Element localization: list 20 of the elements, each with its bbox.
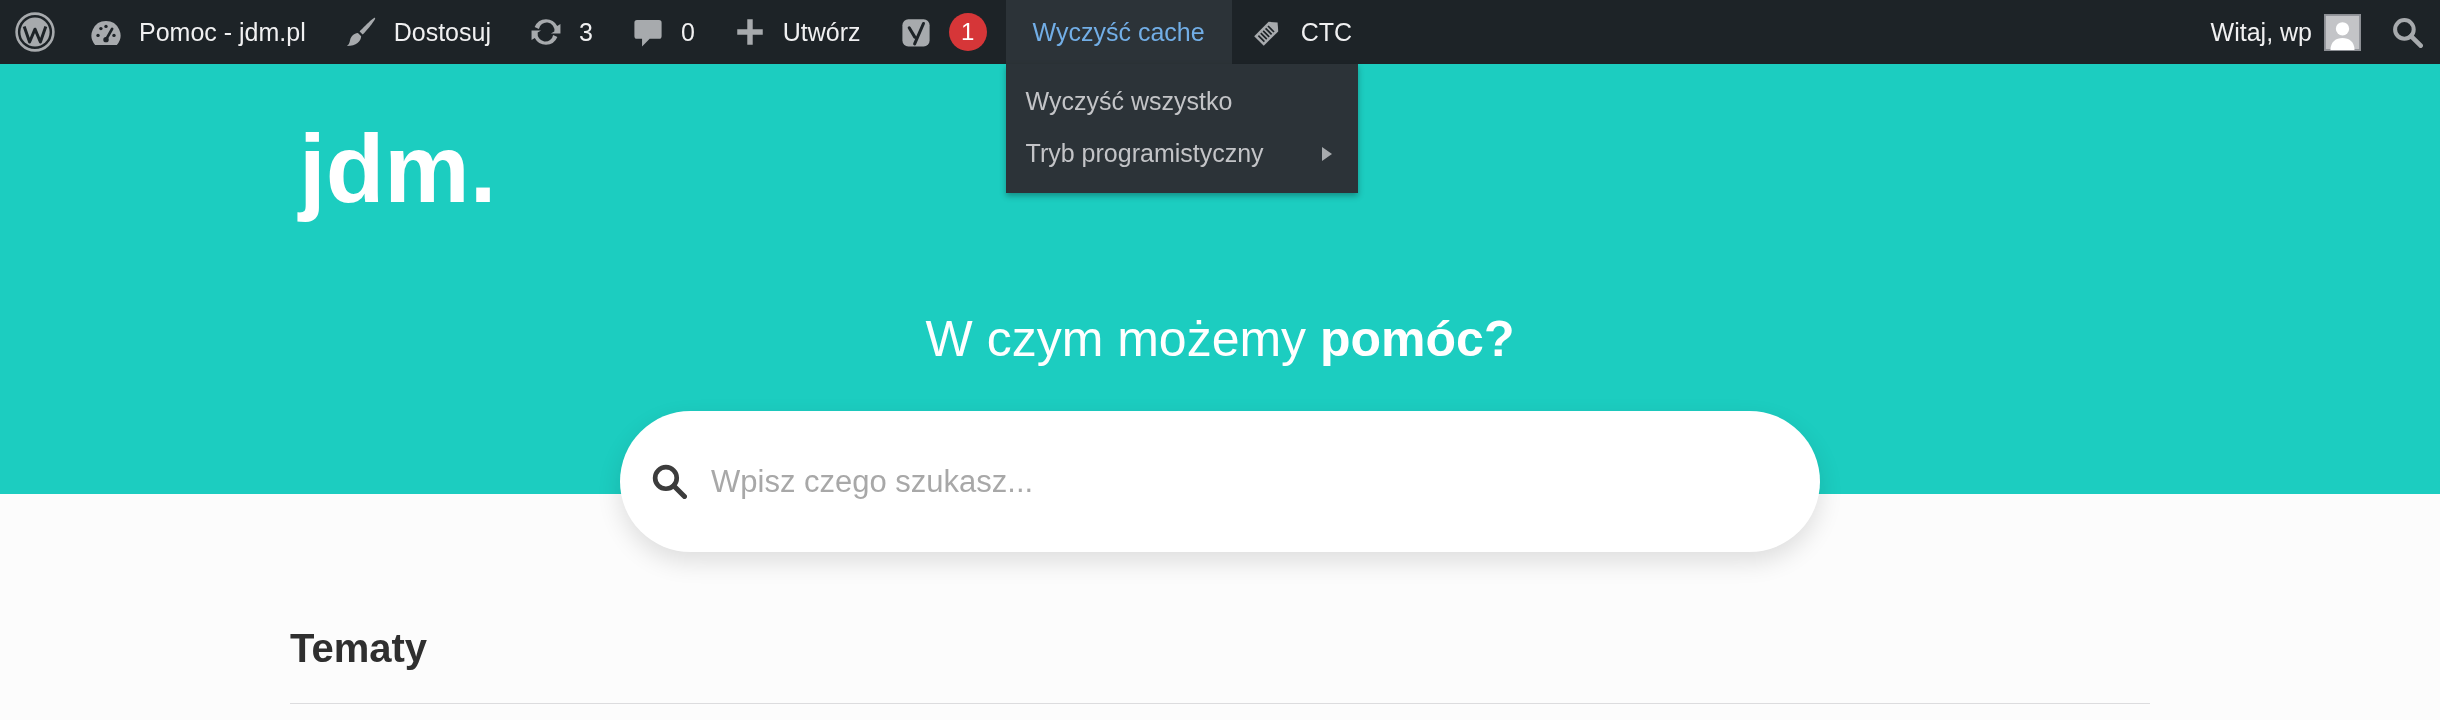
toolbar-link[interactable]: Wyczyść cache xyxy=(1005,0,1232,64)
section-title: Tematy xyxy=(290,625,429,673)
search-field[interactable]: Wpisz czego szukasz... xyxy=(620,411,1820,553)
search-icon xyxy=(651,463,687,500)
toolbar-link[interactable]: 3 xyxy=(510,0,612,64)
toolbar-link[interactable]: Pomoc - jdm.pl xyxy=(70,0,325,64)
menu-item[interactable]: Tryb programistyczny xyxy=(1005,128,1358,180)
caret-icon xyxy=(1321,147,1332,161)
account-link[interactable]: Witaj, wp xyxy=(2191,0,2380,64)
menu-item[interactable]: Wyczyść wszystko xyxy=(1005,76,1358,128)
logo-icon xyxy=(15,12,55,52)
toolbar-link[interactable]: CTC xyxy=(1231,0,1372,64)
notification-count: 1 xyxy=(948,13,987,51)
toolbar-link[interactable]: Utwórz xyxy=(713,0,880,64)
search-icon xyxy=(2392,16,2423,48)
toolbar-link[interactable]: 1 xyxy=(879,0,1006,64)
hero-heading: W czym możemy pomóc? xyxy=(924,310,1516,370)
avatar-icon xyxy=(2324,13,2361,51)
toolbar-link[interactable]: 0 xyxy=(611,0,714,64)
toolbar-link[interactable]: Dostosuj xyxy=(324,0,510,64)
